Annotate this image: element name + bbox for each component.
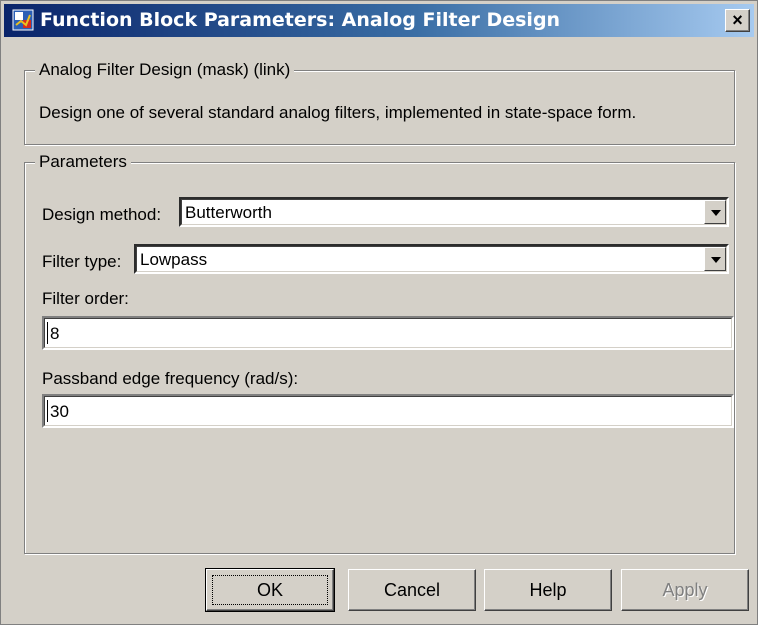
- passband-edge-value: 30: [50, 402, 69, 421]
- mask-groupbox: Analog Filter Design (mask) (link) Desig…: [24, 60, 735, 145]
- chevron-down-icon[interactable]: [704, 247, 726, 271]
- cancel-button[interactable]: Cancel: [348, 569, 476, 611]
- title-bar[interactable]: Function Block Parameters: Analog Filter…: [4, 4, 754, 37]
- filter-type-dropdown-frame: [136, 246, 727, 272]
- design-method-label: Design method:: [42, 205, 162, 224]
- focus-rect: [212, 575, 328, 605]
- simulink-block-icon: [12, 9, 34, 31]
- passband-edge-input[interactable]: 30: [42, 394, 734, 428]
- ok-button[interactable]: OK: [205, 568, 335, 612]
- mask-description: Design one of several standard analog fi…: [39, 103, 637, 122]
- cancel-button-label: Cancel: [383, 580, 441, 600]
- filter-order-value: 8: [50, 324, 60, 343]
- filter-type-label: Filter type:: [42, 252, 122, 271]
- filter-type-value: Lowpass: [140, 250, 208, 269]
- help-button[interactable]: Help: [484, 569, 612, 611]
- filter-order-input-frame: [44, 318, 732, 348]
- passband-edge-input-frame: [44, 396, 732, 426]
- chevron-down-icon[interactable]: [704, 200, 726, 224]
- parameters-legend: Parameters: [35, 152, 131, 172]
- apply-button-label: Apply: [662, 580, 708, 600]
- window-title: Function Block Parameters: Analog Filter…: [40, 9, 561, 31]
- apply-button[interactable]: Apply: [621, 569, 749, 611]
- design-method-dropdown[interactable]: Butterworth: [179, 197, 729, 227]
- text-caret: [47, 322, 48, 344]
- mask-legend: Analog Filter Design (mask) (link): [35, 60, 295, 80]
- filter-type-dropdown[interactable]: Lowpass: [134, 244, 729, 274]
- dialog-window: Function Block Parameters: Analog Filter…: [0, 0, 758, 625]
- text-caret: [47, 400, 48, 422]
- filter-order-input[interactable]: 8: [42, 316, 734, 350]
- design-method-value: Butterworth: [185, 203, 272, 222]
- help-button-label: Help: [529, 580, 567, 600]
- close-icon[interactable]: ×: [725, 9, 750, 32]
- filter-order-label: Filter order:: [42, 289, 129, 308]
- passband-edge-label: Passband edge frequency (rad/s):: [42, 369, 299, 388]
